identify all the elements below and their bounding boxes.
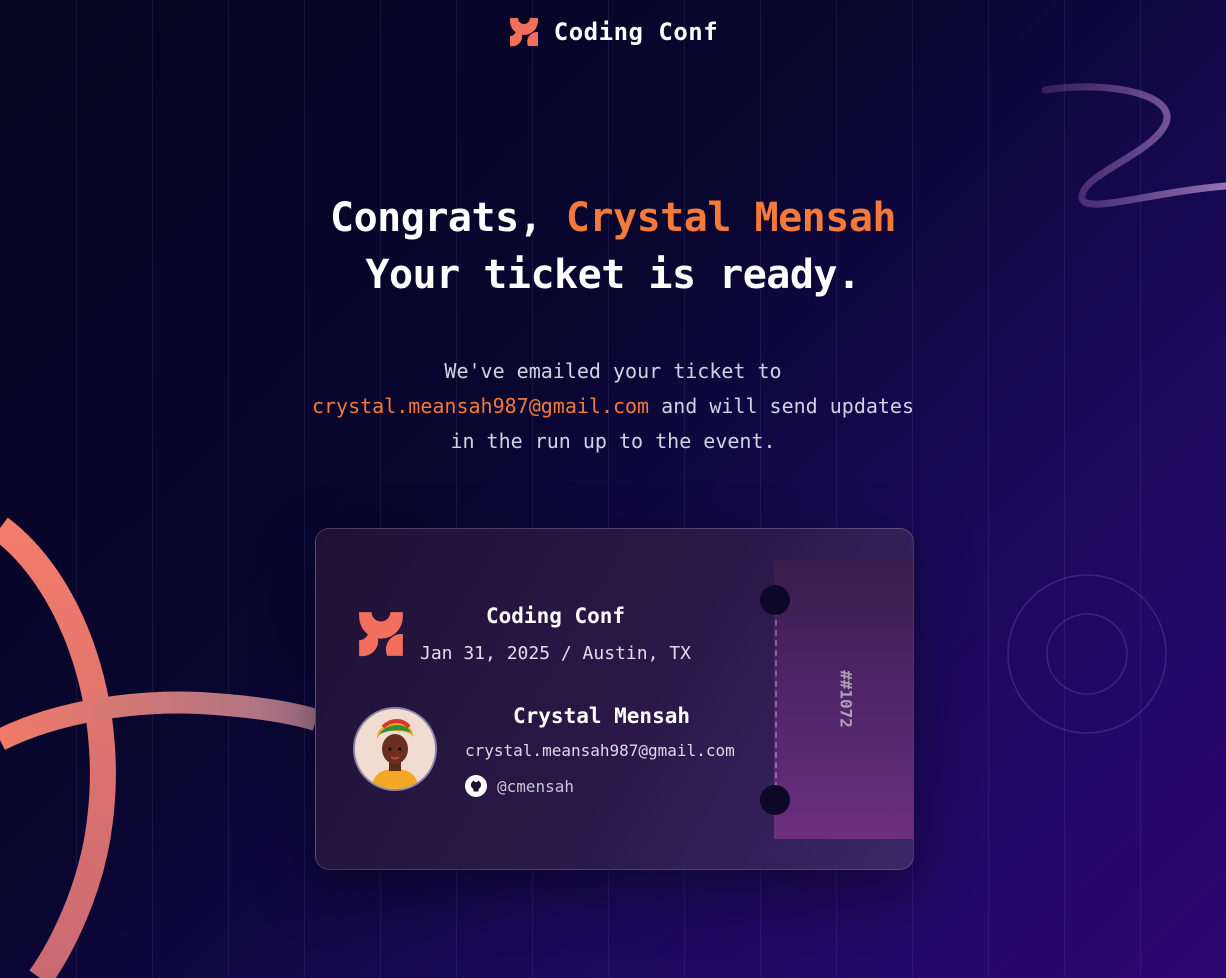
top-notch (760, 585, 790, 615)
ticket-ready-text: Your ticket is ready. (365, 252, 861, 298)
inner-circle (1046, 613, 1128, 695)
github-row: @cmensah (465, 775, 574, 797)
brand-name[interactable]: Coding Conf (554, 18, 718, 46)
attendee-name-highlight: Crystal Mensah (565, 195, 897, 241)
coding-conf-logo-icon[interactable] (508, 16, 540, 48)
congrats-prefix: Congrats, (330, 195, 543, 241)
site-header: Coding Conf (0, 16, 1226, 48)
github-handle[interactable]: @cmensah (497, 777, 574, 796)
bottom-notch (760, 785, 790, 815)
page-title: Congrats, Crystal Mensah Your ticket is … (0, 190, 1226, 304)
message-line-1: We've emailed your ticket to (444, 359, 782, 383)
github-icon (465, 775, 487, 797)
ticket-attendee-email: crystal.meansah987@gmail.com (465, 741, 735, 760)
message-line-3: in the run up to the event. (450, 429, 776, 453)
squiggle-line (1041, 83, 1226, 208)
coral-arc-2 (0, 691, 320, 750)
ticket-event-meta: Jan 31, 2025 / Austin, TX (420, 643, 691, 664)
ticket-card: Coding Conf Jan 31, 2025 / Austin, TX Cr… (315, 528, 914, 870)
message-line-2: and will send updates (661, 394, 915, 418)
confirmation-message: We've emailed your ticket to crystal.mea… (0, 354, 1226, 459)
coral-arc (0, 517, 116, 978)
outer-circle (1007, 574, 1167, 734)
message-email[interactable]: crystal.meansah987@gmail.com (312, 394, 649, 418)
ticket-logo-icon (359, 612, 403, 657)
avatar (353, 707, 437, 791)
ticket-event-title: Coding Conf (486, 604, 626, 628)
ticket-attendee-name: Crystal Mensah (513, 704, 691, 728)
perforation-line (775, 589, 777, 809)
ticket-number: ##1072 (836, 670, 856, 728)
